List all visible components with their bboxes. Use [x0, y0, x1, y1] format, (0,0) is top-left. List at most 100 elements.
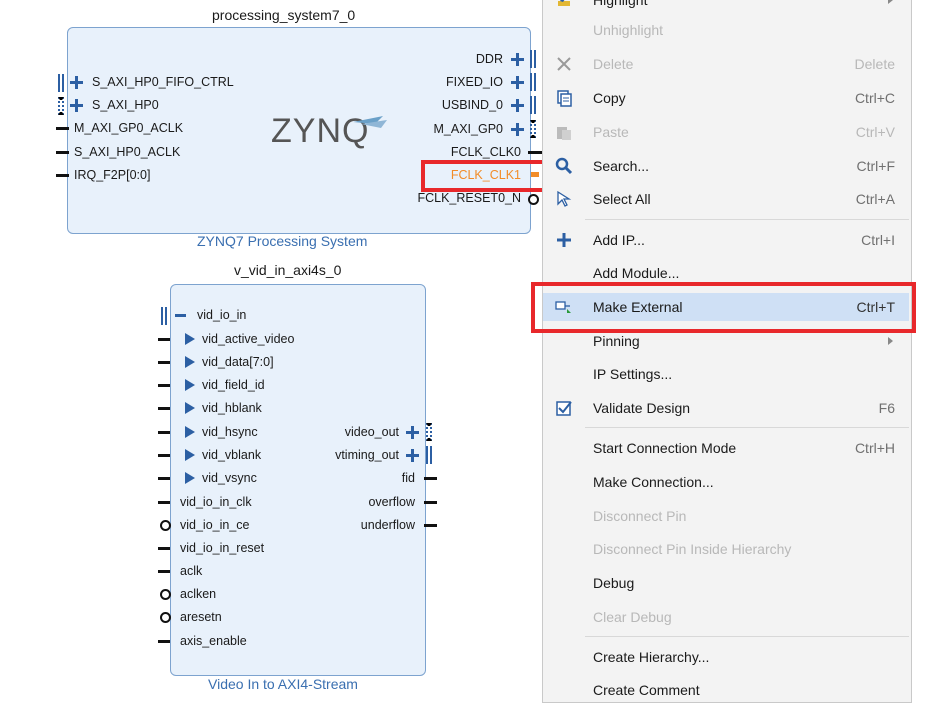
menu-item-start-connection-mode[interactable]: Start Connection Mode Ctrl+H [543, 434, 909, 462]
ps-bus-handle[interactable] [530, 50, 536, 68]
menu-item-unhighlight[interactable]: Unhighlight [543, 16, 909, 44]
ps-pin-ddr[interactable]: DDR [476, 52, 503, 67]
collapse-minus-icon[interactable] [175, 314, 186, 317]
menu-item-label: Validate Design [593, 400, 691, 416]
ps-pin-fixed-io[interactable]: FIXED_IO [446, 75, 503, 90]
pin-stub [158, 361, 170, 364]
menu-item-debug[interactable]: Debug [543, 569, 909, 597]
vid-pin-vid-io-in-ce[interactable]: vid_io_in_ce [180, 518, 250, 533]
expand-triangle-icon[interactable] [185, 472, 195, 484]
vid-pin-overflow[interactable]: overflow [368, 495, 415, 510]
menu-item-add-ip[interactable]: Add IP... Ctrl+I [543, 226, 909, 254]
menu-item-create-comment[interactable]: Create Comment [543, 676, 909, 704]
pin-stub [158, 407, 170, 410]
expand-plus-icon[interactable] [406, 426, 419, 439]
vid-pin-video-out[interactable]: video_out [345, 425, 399, 440]
vid-block-title: v_vid_in_axi4s_0 [234, 262, 342, 278]
menu-item-clear-debug[interactable]: Clear Debug [543, 603, 909, 631]
menu-item-search[interactable]: Search... Ctrl+F [543, 152, 909, 180]
pin-stub [424, 524, 437, 527]
expand-plus-icon[interactable] [70, 76, 83, 89]
expand-triangle-icon[interactable] [185, 449, 195, 461]
menu-item-label: Add IP... [593, 232, 645, 248]
vid-pin-vid-hsync[interactable]: vid_hsync [202, 425, 258, 440]
ps-pin-s-axi-hp0-aclk[interactable]: S_AXI_HP0_ACLK [74, 145, 180, 160]
expand-plus-icon[interactable] [70, 99, 83, 112]
expand-triangle-icon[interactable] [185, 426, 195, 438]
expand-triangle-icon[interactable] [185, 333, 195, 345]
expand-triangle-icon[interactable] [185, 402, 195, 414]
menu-item-label: Disconnect Pin Inside Hierarchy [593, 541, 792, 557]
ps-bus-handle[interactable] [530, 96, 536, 114]
vid-pin-aclk[interactable]: aclk [180, 564, 202, 579]
ps-bus-handle[interactable] [530, 73, 536, 91]
menu-item-label: Copy [593, 90, 626, 106]
expand-plus-icon[interactable] [511, 53, 524, 66]
pin-stub [424, 477, 437, 480]
vid-pin-vid-vblank[interactable]: vid_vblank [202, 448, 261, 463]
menu-item-label: Start Connection Mode [593, 440, 737, 456]
vid-pin-vid-active-video[interactable]: vid_active_video [202, 332, 294, 347]
ps-pin-fclk-clk0[interactable]: FCLK_CLK0 [451, 145, 521, 160]
submenu-arrow-icon [888, 337, 893, 345]
pin-stub [158, 477, 170, 480]
menu-item-make-connection[interactable]: Make Connection... [543, 468, 909, 496]
expand-triangle-icon[interactable] [185, 379, 195, 391]
vid-pin-axis-enable[interactable]: axis_enable [180, 634, 247, 649]
highlight-icon [555, 0, 573, 9]
menu-item-ip-settings[interactable]: IP Settings... [543, 360, 909, 388]
expand-triangle-icon[interactable] [185, 356, 195, 368]
ps-bus-handle[interactable] [530, 120, 536, 138]
vid-pin-vid-io-in-clk[interactable]: vid_io_in_clk [180, 495, 252, 510]
expand-plus-icon[interactable] [511, 123, 524, 136]
vid-pin-vid-hblank[interactable]: vid_hblank [202, 401, 262, 416]
menu-separator [585, 219, 909, 220]
ps-pin-usbind-0[interactable]: USBIND_0 [442, 98, 503, 113]
menu-item-disconnect-pin-inside-hierarchy[interactable]: Disconnect Pin Inside Hierarchy [543, 535, 909, 563]
vid-pin-underflow[interactable]: underflow [361, 518, 415, 533]
expand-plus-icon[interactable] [511, 99, 524, 112]
menu-item-label: Highlight [593, 0, 648, 8]
ps-pin-m-axi-gp0[interactable]: M_AXI_GP0 [434, 122, 503, 137]
vid-pin-vtiming-out[interactable]: vtiming_out [335, 448, 399, 463]
menu-item-shortcut: Ctrl+F [856, 158, 896, 174]
vid-pin-vid-field-id[interactable]: vid_field_id [202, 378, 265, 393]
ps-bus-handle[interactable] [58, 74, 64, 92]
vid-pin-aclken[interactable]: aclken [180, 587, 216, 602]
vid-bus-handle[interactable] [161, 307, 167, 325]
menu-item-create-hierarchy[interactable]: Create Hierarchy... [543, 643, 909, 671]
select-all-icon [555, 190, 573, 208]
menu-item-label: Search... [593, 158, 650, 174]
vid-pin-vid-io-in-reset[interactable]: vid_io_in_reset [180, 541, 264, 556]
menu-item-select-all[interactable]: Select All Ctrl+A [543, 185, 909, 213]
vid-pin-vid-io-in[interactable]: vid_io_in [197, 308, 246, 323]
expand-plus-icon[interactable] [406, 449, 419, 462]
vid-pin-vid-data[interactable]: vid_data[7:0] [202, 355, 274, 370]
pin-stub [158, 640, 170, 643]
vid-pin-vid-vsync[interactable]: vid_vsync [202, 471, 257, 486]
menu-item-validate-design[interactable]: Validate Design F6 [543, 394, 909, 422]
ps-block-subtitle: ZYNQ7 Processing System [197, 233, 368, 249]
ps-pin-s-axi-hp0-fifo-ctrl[interactable]: S_AXI_HP0_FIFO_CTRL [92, 75, 234, 90]
menu-item-highlight[interactable]: Highlight [543, 0, 909, 14]
ps-pin-irq-f2p[interactable]: IRQ_F2P[0:0] [74, 168, 150, 183]
pin-invert-circle [528, 194, 539, 205]
ps-pin-fclk-reset0-n[interactable]: FCLK_RESET0_N [417, 191, 521, 206]
ps-pin-m-axi-gp0-aclk[interactable]: M_AXI_GP0_ACLK [74, 121, 183, 136]
menu-item-copy[interactable]: Copy Ctrl+C [543, 84, 909, 112]
menu-item-delete[interactable]: Delete Delete [543, 50, 909, 78]
menu-item-paste[interactable]: Paste Ctrl+V [543, 118, 909, 146]
vid-bus-handle[interactable] [426, 423, 432, 441]
ps-pin-s-axi-hp0[interactable]: S_AXI_HP0 [92, 98, 159, 113]
expand-plus-icon[interactable] [511, 76, 524, 89]
menu-item-label: Add Module... [593, 265, 680, 281]
ps-bus-handle[interactable] [58, 97, 64, 115]
menu-item-disconnect-pin[interactable]: Disconnect Pin [543, 502, 909, 530]
vid-pin-fid[interactable]: fid [402, 471, 415, 486]
menu-item-shortcut: Ctrl+C [854, 90, 895, 106]
pin-invert-circle [160, 612, 171, 623]
vid-pin-aresetn[interactable]: aresetn [180, 610, 222, 625]
pin-stub [158, 384, 170, 387]
vid-bus-handle[interactable] [426, 446, 432, 464]
pin-stub [56, 151, 69, 154]
